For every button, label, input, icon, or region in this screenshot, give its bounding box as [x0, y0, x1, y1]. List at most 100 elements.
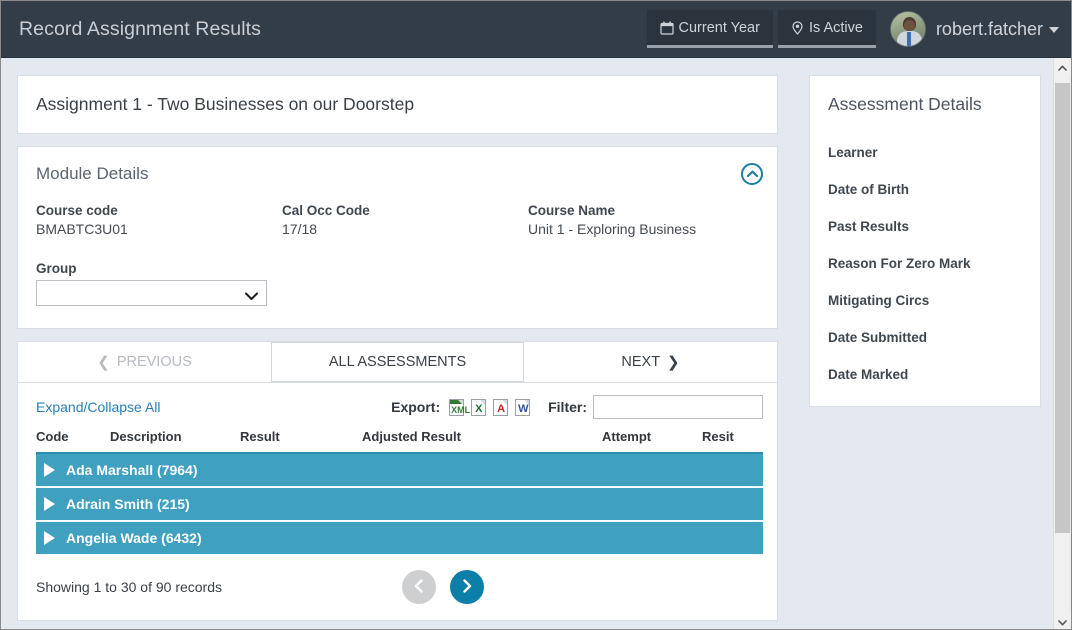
field-course-name-label: Course Name — [528, 203, 739, 218]
assessment-details-title: Assessment Details — [810, 94, 1040, 115]
current-year-label: Current Year — [679, 20, 760, 36]
column-header-attempt: Attempt — [602, 429, 702, 444]
filter-label: Filter: — [548, 399, 587, 415]
triangle-right-icon — [44, 463, 55, 477]
scroll-up-button[interactable] — [1054, 58, 1071, 75]
field-course-name: Course Name Unit 1 - Exploring Business — [528, 203, 759, 237]
top-bar: Record Assignment Results Current Year — [1, 1, 1072, 58]
pagination: Showing 1 to 30 of 90 records — [18, 556, 777, 620]
filter-controls: Filter: — [548, 395, 763, 419]
username-label: robert.fatcher — [936, 19, 1043, 40]
detail-label-learner: Learner — [810, 145, 1040, 160]
learner-group-label: Adrain Smith (215) — [66, 496, 190, 512]
pagination-info: Showing 1 to 30 of 90 records — [36, 579, 222, 595]
detail-label-past-results: Past Results — [810, 219, 1040, 234]
is-active-button[interactable]: Is Active — [778, 10, 876, 48]
tab-all-assessments-label: ALL ASSESSMENTS — [329, 354, 466, 370]
tab-previous-label: PREVIOUS — [117, 354, 192, 370]
calendar-icon — [660, 21, 674, 35]
main-column: Assignment 1 - Two Businesses on our Doo… — [17, 75, 778, 621]
chevron-down-icon[interactable] — [1049, 27, 1059, 33]
pagination-next-button[interactable] — [450, 570, 484, 604]
column-header-resit: Resit — [702, 429, 762, 444]
scrollbar-track[interactable] — [1054, 75, 1071, 613]
detail-label-date-marked: Date Marked — [810, 367, 1040, 382]
module-details-card: Module Details Course code BMABTC3U01 — [17, 146, 778, 329]
chevron-right-icon: ❯ — [667, 355, 680, 370]
results-table-header: Code Description Result Adjusted Result … — [36, 429, 763, 454]
export-excel-icon[interactable]: X — [471, 399, 486, 416]
table-row[interactable]: Ada Marshall (7964) — [36, 454, 763, 488]
detail-label-reason-zero-mark: Reason For Zero Mark — [810, 256, 1040, 271]
chevron-left-icon — [414, 579, 424, 596]
triangle-right-icon — [44, 497, 55, 511]
top-bar-right: Current Year Is Active robert.fatcher — [647, 1, 1059, 57]
page-title: Record Assignment Results — [19, 18, 261, 41]
field-cal-occ-code-label: Cal Occ Code — [282, 203, 508, 218]
assessments-card: ❮ PREVIOUS ALL ASSESSMENTS NEXT ❯ Expand… — [17, 341, 778, 621]
pagination-previous-button[interactable] — [402, 570, 436, 604]
module-details-body: Course code BMABTC3U01 Cal Occ Code 17/1… — [18, 193, 777, 328]
module-details-title: Module Details — [36, 164, 148, 184]
export-pdf-icon[interactable]: A — [493, 399, 508, 416]
chevron-up-icon — [1058, 58, 1067, 76]
learner-group-label: Angelia Wade (6432) — [66, 530, 202, 546]
field-cal-occ-code-value: 17/18 — [282, 221, 508, 237]
page-body: Assignment 1 - Two Businesses on our Doo… — [1, 58, 1072, 630]
vertical-scrollbar[interactable] — [1053, 58, 1070, 630]
assessment-details-list: Learner Date of Birth Past Results Reaso… — [810, 145, 1040, 382]
field-cal-occ-code: Cal Occ Code 17/18 — [282, 203, 528, 237]
field-course-code-value: BMABTC3U01 — [36, 221, 262, 237]
field-course-name-value: Unit 1 - Exploring Business — [528, 221, 739, 237]
chevron-up-circle-icon[interactable] — [741, 163, 763, 185]
tab-previous[interactable]: ❮ PREVIOUS — [18, 342, 271, 382]
application-window: Record Assignment Results Current Year — [0, 0, 1072, 630]
column-header-adjusted-result: Adjusted Result — [362, 429, 602, 444]
export-label: Export: — [391, 399, 440, 415]
tab-next[interactable]: NEXT ❯ — [524, 342, 777, 382]
group-select[interactable] — [36, 280, 267, 306]
assessment-details-card: Assessment Details Learner Date of Birth… — [809, 75, 1041, 407]
pagination-buttons — [402, 570, 484, 604]
module-field-row: Course code BMABTC3U01 Cal Occ Code 17/1… — [36, 203, 759, 237]
export-word-icon[interactable]: W — [515, 399, 530, 416]
module-details-header: Module Details — [18, 147, 777, 193]
filter-input[interactable] — [593, 395, 763, 419]
results-toolbar: Expand/Collapse All Export: XML X — [18, 383, 777, 429]
tab-next-label: NEXT — [621, 354, 660, 370]
field-course-code-label: Course code — [36, 203, 262, 218]
triangle-right-icon — [44, 531, 55, 545]
tab-all-assessments[interactable]: ALL ASSESSMENTS — [271, 342, 524, 382]
current-year-button[interactable]: Current Year — [647, 10, 773, 48]
chevron-down-icon — [1058, 613, 1067, 630]
chevron-left-icon: ❮ — [97, 355, 110, 370]
export-controls: Export: XML X A — [391, 399, 530, 416]
detail-label-date-submitted: Date Submitted — [810, 330, 1040, 345]
field-course-code: Course code BMABTC3U01 — [36, 203, 282, 237]
avatar[interactable] — [890, 11, 926, 47]
context-filter-group: Current Year Is Active — [647, 10, 876, 48]
detail-label-mitigating-circs: Mitigating Circs — [810, 293, 1040, 308]
assignment-title: Assignment 1 - Two Businesses on our Doo… — [36, 94, 759, 115]
map-pin-icon — [791, 21, 804, 35]
scrollbar-thumb[interactable] — [1055, 83, 1070, 533]
detail-label-date-of-birth: Date of Birth — [810, 182, 1040, 197]
group-field: Group — [36, 261, 759, 306]
column-header-code: Code — [36, 429, 110, 444]
results-table: Code Description Result Adjusted Result … — [18, 429, 777, 556]
group-label: Group — [36, 261, 759, 276]
column-header-result: Result — [240, 429, 362, 444]
is-active-label: Is Active — [809, 20, 863, 36]
table-row[interactable]: Adrain Smith (215) — [36, 488, 763, 522]
column-header-description: Description — [110, 429, 240, 444]
chevron-right-icon — [462, 579, 472, 596]
group-select-wrapper[interactable] — [36, 280, 267, 306]
table-row[interactable]: Angelia Wade (6432) — [36, 522, 763, 556]
scroll-down-button[interactable] — [1054, 613, 1071, 630]
learner-group-label: Ada Marshall (7964) — [66, 462, 198, 478]
assignment-header-card: Assignment 1 - Two Businesses on our Doo… — [17, 75, 778, 134]
expand-collapse-all-link[interactable]: Expand/Collapse All — [36, 399, 161, 415]
assessment-details-column: Assessment Details Learner Date of Birth… — [809, 75, 1041, 407]
export-xml-icon[interactable]: XML — [449, 399, 464, 416]
assessment-nav-tabs: ❮ PREVIOUS ALL ASSESSMENTS NEXT ❯ — [18, 342, 777, 383]
